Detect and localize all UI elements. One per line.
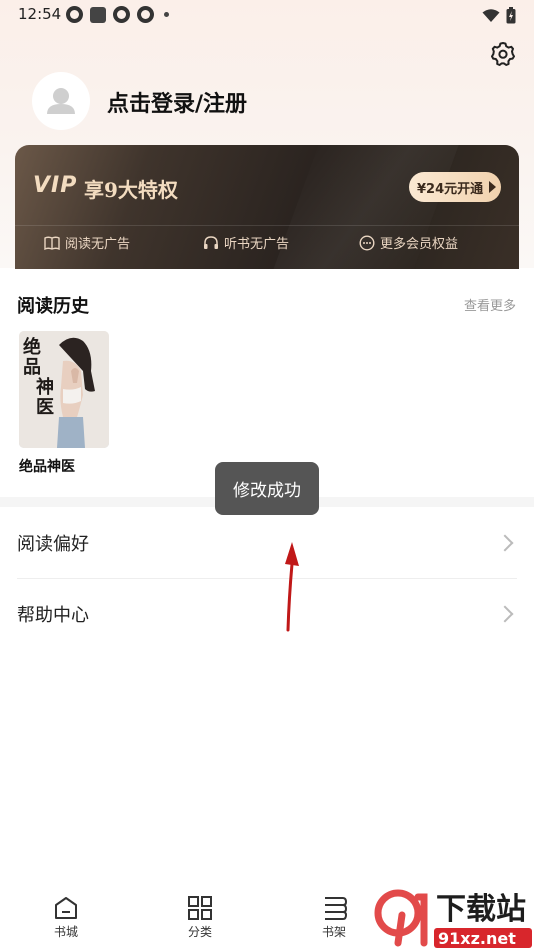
settings-button[interactable] bbox=[489, 40, 517, 68]
vip-perks: 阅读无广告 听书无广告 更多会员权益 bbox=[15, 233, 519, 261]
book-cover[interactable]: 绝品神医 bbox=[19, 331, 109, 448]
annotation-arrow bbox=[285, 542, 299, 632]
perk-label: 听书无广告 bbox=[224, 237, 290, 252]
battery-icon bbox=[506, 7, 516, 24]
nav-label: 书城 bbox=[53, 925, 78, 939]
toast-message: 修改成功 bbox=[215, 462, 319, 515]
perk-more-benefits[interactable]: 更多会员权益 bbox=[359, 233, 458, 252]
status-time: 12:54 bbox=[18, 5, 62, 23]
status-bar: 12:54 bbox=[0, 0, 534, 30]
play-arrow-icon bbox=[489, 181, 496, 193]
perk-label: 阅读无广告 bbox=[65, 237, 131, 252]
home-icon bbox=[55, 897, 77, 919]
vip-activate-button[interactable]: ¥24元开通 bbox=[409, 172, 501, 202]
menu-label: 阅读偏好 bbox=[17, 534, 89, 555]
vip-title: 享9大特权 bbox=[84, 178, 178, 202]
chevron-right-icon bbox=[496, 605, 514, 623]
login-register-link[interactable]: 点击登录/注册 bbox=[107, 86, 247, 118]
vip-logo: VIP bbox=[33, 173, 78, 198]
see-more-link[interactable]: 查看更多 bbox=[464, 295, 516, 314]
app-notification-icon bbox=[113, 6, 130, 23]
vip-card[interactable]: VIP 享9大特权 ¥24元开通 阅读无广告 听书无广告 更多会员权益 bbox=[15, 145, 519, 269]
headphones-icon bbox=[204, 236, 218, 249]
nav-label: 书架 bbox=[321, 925, 346, 939]
grid-icon bbox=[188, 896, 212, 920]
more-icon bbox=[359, 234, 375, 251]
watermark-domain: 91xz.net bbox=[438, 929, 516, 948]
wifi-icon bbox=[482, 8, 500, 22]
app-notification-icon bbox=[137, 6, 154, 23]
menu-label: 帮助中心 bbox=[17, 605, 89, 626]
nav-bookstore[interactable]: 书城 bbox=[31, 896, 101, 940]
more-notifications-icon bbox=[164, 12, 169, 17]
notification-icons bbox=[66, 6, 169, 23]
perk-no-ads-listening[interactable]: 听书无广告 bbox=[203, 233, 289, 252]
vip-divider bbox=[15, 225, 519, 226]
chevron-right-icon bbox=[496, 534, 514, 552]
nav-label: 分类 bbox=[187, 925, 212, 939]
bookshelf-icon bbox=[325, 897, 347, 920]
user-icon bbox=[47, 88, 75, 114]
nav-bookshelf[interactable]: 书架 bbox=[299, 896, 369, 940]
book-title[interactable]: 绝品神医 bbox=[19, 456, 75, 476]
app-notification-icon bbox=[90, 6, 106, 23]
perk-no-ads-reading[interactable]: 阅读无广告 bbox=[44, 233, 130, 252]
avatar[interactable] bbox=[32, 72, 90, 130]
book-icon bbox=[44, 236, 60, 250]
nav-categories[interactable]: 分类 bbox=[165, 896, 235, 940]
gear-icon bbox=[491, 42, 515, 66]
reading-history-title: 阅读历史 bbox=[17, 296, 89, 317]
book-cover-art: 绝品神医 bbox=[19, 331, 109, 448]
system-icons bbox=[482, 7, 516, 24]
watermark-brand: 下载站 bbox=[436, 892, 526, 927]
menu-reading-preferences[interactable]: 阅读偏好 bbox=[17, 508, 517, 578]
site-watermark: 下载站 91xz.net bbox=[366, 885, 534, 950]
perk-label: 更多会员权益 bbox=[380, 237, 459, 252]
vip-price-label: ¥24元开通 bbox=[417, 181, 484, 197]
app-notification-icon bbox=[66, 6, 83, 23]
watermark-logo: 下载站 91xz.net bbox=[374, 889, 532, 948]
menu-help-center[interactable]: 帮助中心 bbox=[17, 579, 517, 649]
